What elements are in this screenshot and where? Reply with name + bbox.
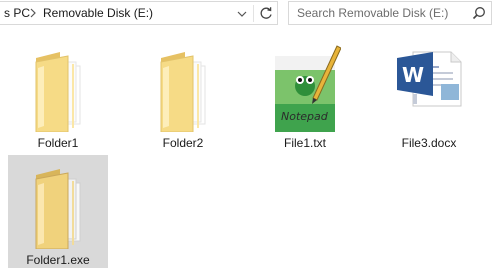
file-name[interactable]: Folder2 [133, 136, 233, 150]
file-item-file1-txt[interactable]: Notepad File1.txt [255, 38, 355, 153]
refresh-icon[interactable] [258, 5, 274, 22]
notepad-plus-plus-icon: Notepad [275, 45, 341, 132]
svg-text:W: W [402, 63, 424, 87]
breadcrumb-separator-icon[interactable] [29, 8, 37, 18]
folder-icon [35, 169, 81, 249]
svg-text:Notepad: Notepad [281, 110, 329, 123]
file-item-file3-docx[interactable]: W File3.docx [379, 38, 479, 153]
file-name[interactable]: File1.txt [255, 136, 355, 150]
navigation-bar: s PC Removable Disk (E:) Search Removabl… [0, 0, 494, 28]
folder-icon [160, 52, 206, 132]
folder-icon [35, 52, 81, 132]
search-icon[interactable] [472, 6, 486, 20]
file-item-folder2[interactable]: Folder2 [133, 38, 233, 153]
file-name[interactable]: Folder1.exe [8, 253, 108, 267]
file-name[interactable]: File3.docx [379, 136, 479, 150]
file-item-folder1-exe[interactable]: Folder1.exe [8, 155, 108, 268]
file-item-folder1[interactable]: Folder1 [8, 38, 108, 153]
breadcrumb-removable-disk[interactable]: Removable Disk (E:) [43, 6, 153, 20]
search-input[interactable]: Search Removable Disk (E:) [297, 6, 448, 20]
word-document-icon: W [397, 51, 462, 107]
file-name[interactable]: Folder1 [8, 136, 108, 150]
divider [253, 5, 254, 22]
breadcrumb-this-pc[interactable]: s PC [4, 6, 30, 20]
address-bar[interactable]: s PC Removable Disk (E:) [0, 1, 278, 25]
chevron-down-icon[interactable] [237, 10, 247, 18]
search-box[interactable]: Search Removable Disk (E:) [288, 1, 492, 25]
